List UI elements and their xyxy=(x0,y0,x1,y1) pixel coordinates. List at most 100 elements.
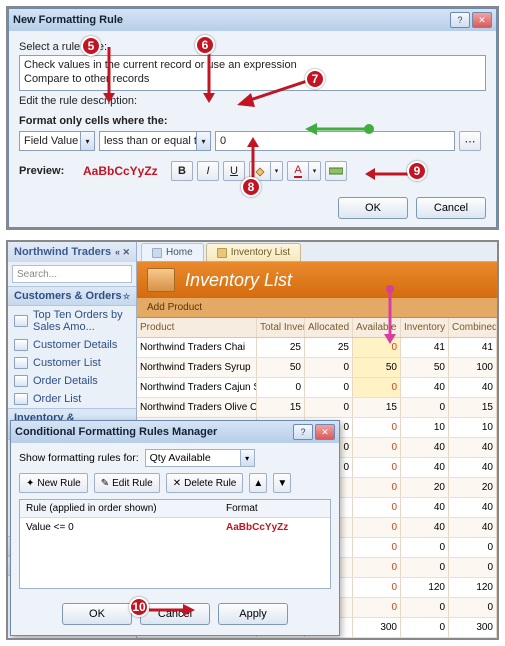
combo-value: Qty Available xyxy=(150,452,211,464)
chevron-up-icon: ☆ xyxy=(123,292,130,301)
cell-due: 0 xyxy=(401,398,449,417)
nav-category-customers[interactable]: Customers & Orders☆ xyxy=(8,286,136,306)
tab-home[interactable]: Home xyxy=(141,243,204,261)
edit-icon: ✎ xyxy=(101,478,109,489)
inventory-window: Northwind Traders « ✕ Search... Customer… xyxy=(8,242,497,638)
ok-button[interactable]: OK xyxy=(338,197,408,219)
italic-button[interactable]: I xyxy=(197,161,219,181)
underline-button[interactable]: U xyxy=(223,161,245,181)
fill-color-dropdown[interactable]: ▾ xyxy=(271,161,283,181)
cell-available: 0 xyxy=(353,458,401,477)
cell-available: 0 xyxy=(353,338,401,357)
rule-type-list[interactable]: Check values in the current record or us… xyxy=(19,55,486,91)
tab-inventory-list[interactable]: Inventory List xyxy=(206,243,301,261)
cancel-button[interactable]: Cancel xyxy=(140,603,210,625)
table-row[interactable]: Northwind Traders Syrup5005050100 xyxy=(137,358,497,378)
new-rule-button[interactable]: ✦New Rule xyxy=(19,473,88,493)
cancel-button[interactable]: Cancel xyxy=(416,197,486,219)
rules-list[interactable]: Rule (applied in order shown) Format Val… xyxy=(19,499,331,589)
close-button[interactable]: ✕ xyxy=(315,424,335,440)
cell-combined: 40 xyxy=(449,458,497,477)
ok-button[interactable]: OK xyxy=(62,603,132,625)
cell-total: 15 xyxy=(257,398,305,417)
field-scope-combo[interactable]: Field Value Is ▾ xyxy=(19,131,95,151)
col-rule: Rule (applied in order shown) xyxy=(20,500,220,517)
nav-item[interactable]: Top Ten Orders by Sales Amo... xyxy=(8,306,136,336)
comparison-combo[interactable]: less than or equal to ▾ xyxy=(99,131,211,151)
col-avail-inv[interactable]: Available Inventory xyxy=(353,318,401,337)
combo-value: less than or equal to xyxy=(104,135,203,147)
move-down-button[interactable]: ▼ xyxy=(273,473,291,493)
nav-item[interactable]: Order List xyxy=(8,390,136,408)
bold-button[interactable]: B xyxy=(171,161,193,181)
collapse-icon[interactable]: « ✕ xyxy=(115,247,130,258)
delete-icon: ✕ xyxy=(173,478,181,489)
cell-combined: 120 xyxy=(449,578,497,597)
cell-combined: 0 xyxy=(449,598,497,617)
cell-due: 40 xyxy=(401,458,449,477)
cell-available: 50 xyxy=(353,358,401,377)
callout-6: 6 xyxy=(195,35,215,55)
help-button[interactable]: ? xyxy=(450,12,470,28)
cell-combined: 10 xyxy=(449,418,497,437)
nav-search-input[interactable]: Search... xyxy=(12,265,132,283)
font-color-dropdown[interactable]: ▾ xyxy=(309,161,321,181)
cell-due: 0 xyxy=(401,538,449,557)
new-formatting-rule-dialog: New Formatting Rule ? ✕ Select a rule ty… xyxy=(8,8,497,228)
apply-button[interactable]: Apply xyxy=(218,603,288,625)
rule-type-option[interactable]: Compare to other records xyxy=(24,72,481,86)
add-product-link[interactable]: Add Product xyxy=(137,298,497,318)
rule-row[interactable]: Value <= 0 AaBbCcYyZz xyxy=(20,518,330,537)
col-product[interactable]: Product xyxy=(137,318,257,337)
callout-5: 5 xyxy=(81,36,101,56)
cell-alloc: 25 xyxy=(305,338,353,357)
chevron-down-icon[interactable]: ▾ xyxy=(240,450,254,466)
edit-rule-button[interactable]: ✎Edit Rule xyxy=(94,473,160,493)
value-text: 0 xyxy=(220,135,226,147)
cell-due: 40 xyxy=(401,438,449,457)
delete-rule-button[interactable]: ✕Delete Rule xyxy=(166,473,244,493)
table-row[interactable]: Northwind Traders Chai252504141 xyxy=(137,338,497,358)
cell-due: 10 xyxy=(401,418,449,437)
cell-available: 15 xyxy=(353,398,401,417)
chevron-down-icon[interactable]: ▾ xyxy=(196,132,210,150)
col-combined[interactable]: Combined Total xyxy=(449,318,497,337)
callout-9: 9 xyxy=(407,161,427,181)
table-row[interactable]: Northwind Traders Olive Oi15015015 xyxy=(137,398,497,418)
nav-item[interactable]: Order Details xyxy=(8,372,136,390)
cell-total: 50 xyxy=(257,358,305,377)
dialog-title: New Formatting Rule xyxy=(13,14,448,26)
cell-combined: 41 xyxy=(449,338,497,357)
close-button[interactable]: ✕ xyxy=(472,12,492,28)
col-alloc-inv[interactable]: Allocated Inventory xyxy=(305,318,353,337)
cell-due: 0 xyxy=(401,558,449,577)
cell-product: Northwind Traders Syrup xyxy=(137,358,257,377)
rule-type-option[interactable]: Check values in the current record or us… xyxy=(24,58,481,72)
enable-format-button[interactable] xyxy=(325,161,347,181)
cell-available: 0 xyxy=(353,378,401,397)
new-icon: ✦ xyxy=(26,478,34,489)
cell-alloc: 0 xyxy=(305,378,353,397)
nav-title-text: Northwind Traders xyxy=(14,246,111,258)
cell-due: 50 xyxy=(401,358,449,377)
nav-pane-title[interactable]: Northwind Traders « ✕ xyxy=(8,242,136,262)
tabstrip: Home Inventory List xyxy=(137,242,497,262)
chevron-down-icon[interactable]: ▾ xyxy=(80,132,94,150)
comparison-value-input[interactable]: 0 xyxy=(215,131,455,151)
table-row[interactable]: Northwind Traders Cajun Se0004040 xyxy=(137,378,497,398)
format-toolbar: B I U ▾ A ▾ xyxy=(171,161,347,181)
nav-item[interactable]: Customer Details xyxy=(8,336,136,354)
form-title: Inventory List xyxy=(185,270,292,291)
col-due[interactable]: Inventory Due from Supplier xyxy=(401,318,449,337)
expression-builder-button[interactable]: ⋯ xyxy=(459,131,481,151)
font-color-button[interactable]: A xyxy=(287,161,309,181)
move-up-button[interactable]: ▲ xyxy=(249,473,267,493)
cell-available: 0 xyxy=(353,598,401,617)
cell-combined: 20 xyxy=(449,478,497,497)
show-rules-for-combo[interactable]: Qty Available ▾ xyxy=(145,449,255,467)
format-only-label: Format only cells where the: xyxy=(19,115,486,127)
nav-item[interactable]: Customer List xyxy=(8,354,136,372)
grid-header-row: Product Total Inventory Allocated Invent… xyxy=(137,318,497,338)
help-button[interactable]: ? xyxy=(293,424,313,440)
col-total-inv[interactable]: Total Inventory xyxy=(257,318,305,337)
